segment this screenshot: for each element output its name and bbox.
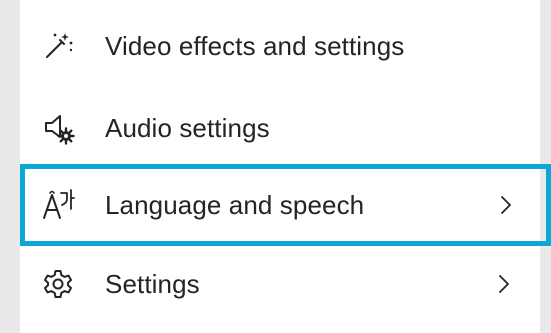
video-effects-wand-icon <box>42 30 74 62</box>
gear-icon <box>42 268 74 300</box>
menu-item-audio-settings[interactable]: Audio settings <box>20 87 540 169</box>
menu-item-label: Video effects and settings <box>105 30 405 61</box>
menu-item-language-and-speech[interactable]: Language and speech <box>20 164 551 246</box>
menu-item-video-effects[interactable]: Video effects and settings <box>20 5 540 87</box>
speaker-gear-icon <box>42 112 75 145</box>
menu-item-label: Audio settings <box>105 112 270 143</box>
menu-item-label: Language and speech <box>105 189 365 220</box>
chevron-right-icon <box>496 272 512 296</box>
menu-item-label: Settings <box>105 268 200 299</box>
menu-item-settings[interactable]: Settings <box>20 243 540 325</box>
chevron-right-icon <box>498 193 514 217</box>
language-translate-icon <box>42 189 75 221</box>
